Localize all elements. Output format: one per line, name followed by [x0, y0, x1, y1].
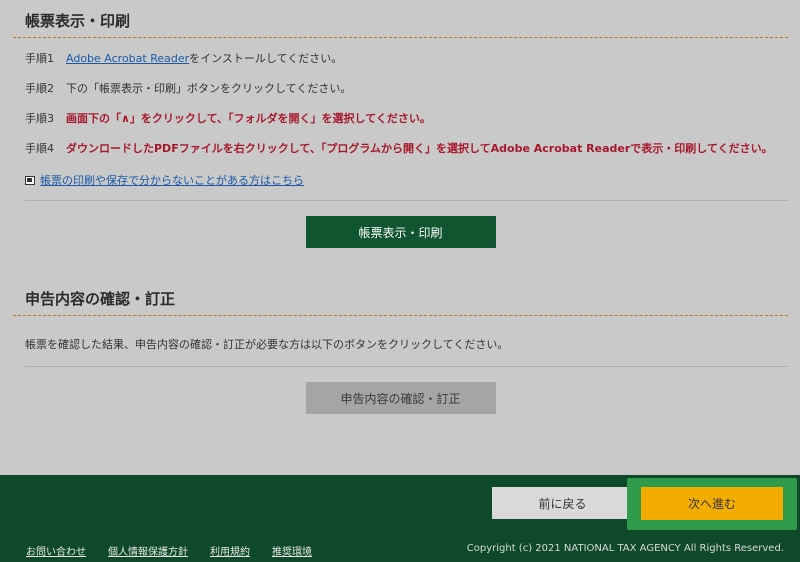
step-number: 手順1	[25, 52, 54, 65]
window-icon	[25, 175, 35, 185]
step-text: ダウンロードしたPDFファイルを右クリックして、「プログラムから開く」を選択して…	[66, 142, 773, 155]
step-text: 画面下の「∧」をクリックして、「フォルダを開く」を選択してください。	[66, 112, 431, 125]
step-number: 手順2	[25, 82, 54, 95]
step-text: をインストールしてください。	[189, 52, 343, 65]
footer-link-privacy[interactable]: 個人情報保護方針	[108, 543, 188, 558]
footer: 前に戻る 次へ進む お問い合わせ 個人情報保護方針 利用規約 推奨環境 Copy…	[0, 475, 800, 562]
step-2: 手順2 下の「帳票表示・印刷」ボタンをクリックしてください。	[25, 78, 788, 108]
step-text: 下の「帳票表示・印刷」ボタンをクリックしてください。	[66, 82, 352, 95]
footer-link-contact[interactable]: お問い合わせ	[26, 543, 86, 558]
section-title-confirm: 申告内容の確認・訂正	[13, 288, 788, 316]
print-help-link[interactable]: 帳票の印刷や保存で分からないことがある方はこちら	[40, 172, 304, 188]
next-button-highlight: 次へ進む	[627, 478, 797, 530]
help-link-row: 帳票の印刷や保存で分からないことがある方はこちら	[13, 168, 788, 200]
footer-links: お問い合わせ 個人情報保護方針 利用規約 推奨環境	[26, 543, 312, 558]
step-list: 手順1 Adobe Acrobat Readerをインストールしてください。 手…	[13, 38, 788, 168]
main-content: 帳票表示・印刷 手順1 Adobe Acrobat Readerをインストールし…	[0, 0, 800, 475]
step-1: 手順1 Adobe Acrobat Readerをインストールしてください。	[25, 48, 788, 78]
footer-link-environment[interactable]: 推奨環境	[272, 543, 312, 558]
step-number: 手順4	[25, 142, 54, 155]
section-title-print: 帳票表示・印刷	[13, 0, 788, 38]
step-4: 手順4 ダウンロードしたPDFファイルを右クリックして、「プログラムから開く」を…	[25, 138, 788, 168]
print-display-button[interactable]: 帳票表示・印刷	[305, 216, 496, 248]
step-3: 手順3 画面下の「∧」をクリックして、「フォルダを開く」を選択してください。	[25, 108, 788, 138]
back-button[interactable]: 前に戻る	[492, 487, 633, 519]
confirm-description: 帳票を確認した結果、申告内容の確認・訂正が必要な方は以下のボタンをクリックしてく…	[25, 338, 509, 351]
copyright: Copyright (c) 2021 NATIONAL TAX AGENCY A…	[466, 543, 784, 554]
adobe-reader-link[interactable]: Adobe Acrobat Reader	[66, 52, 189, 65]
footer-link-terms[interactable]: 利用規約	[210, 543, 250, 558]
step-number: 手順3	[25, 112, 54, 125]
next-button[interactable]: 次へ進む	[641, 487, 783, 520]
confirm-correct-button[interactable]: 申告内容の確認・訂正	[305, 382, 496, 414]
